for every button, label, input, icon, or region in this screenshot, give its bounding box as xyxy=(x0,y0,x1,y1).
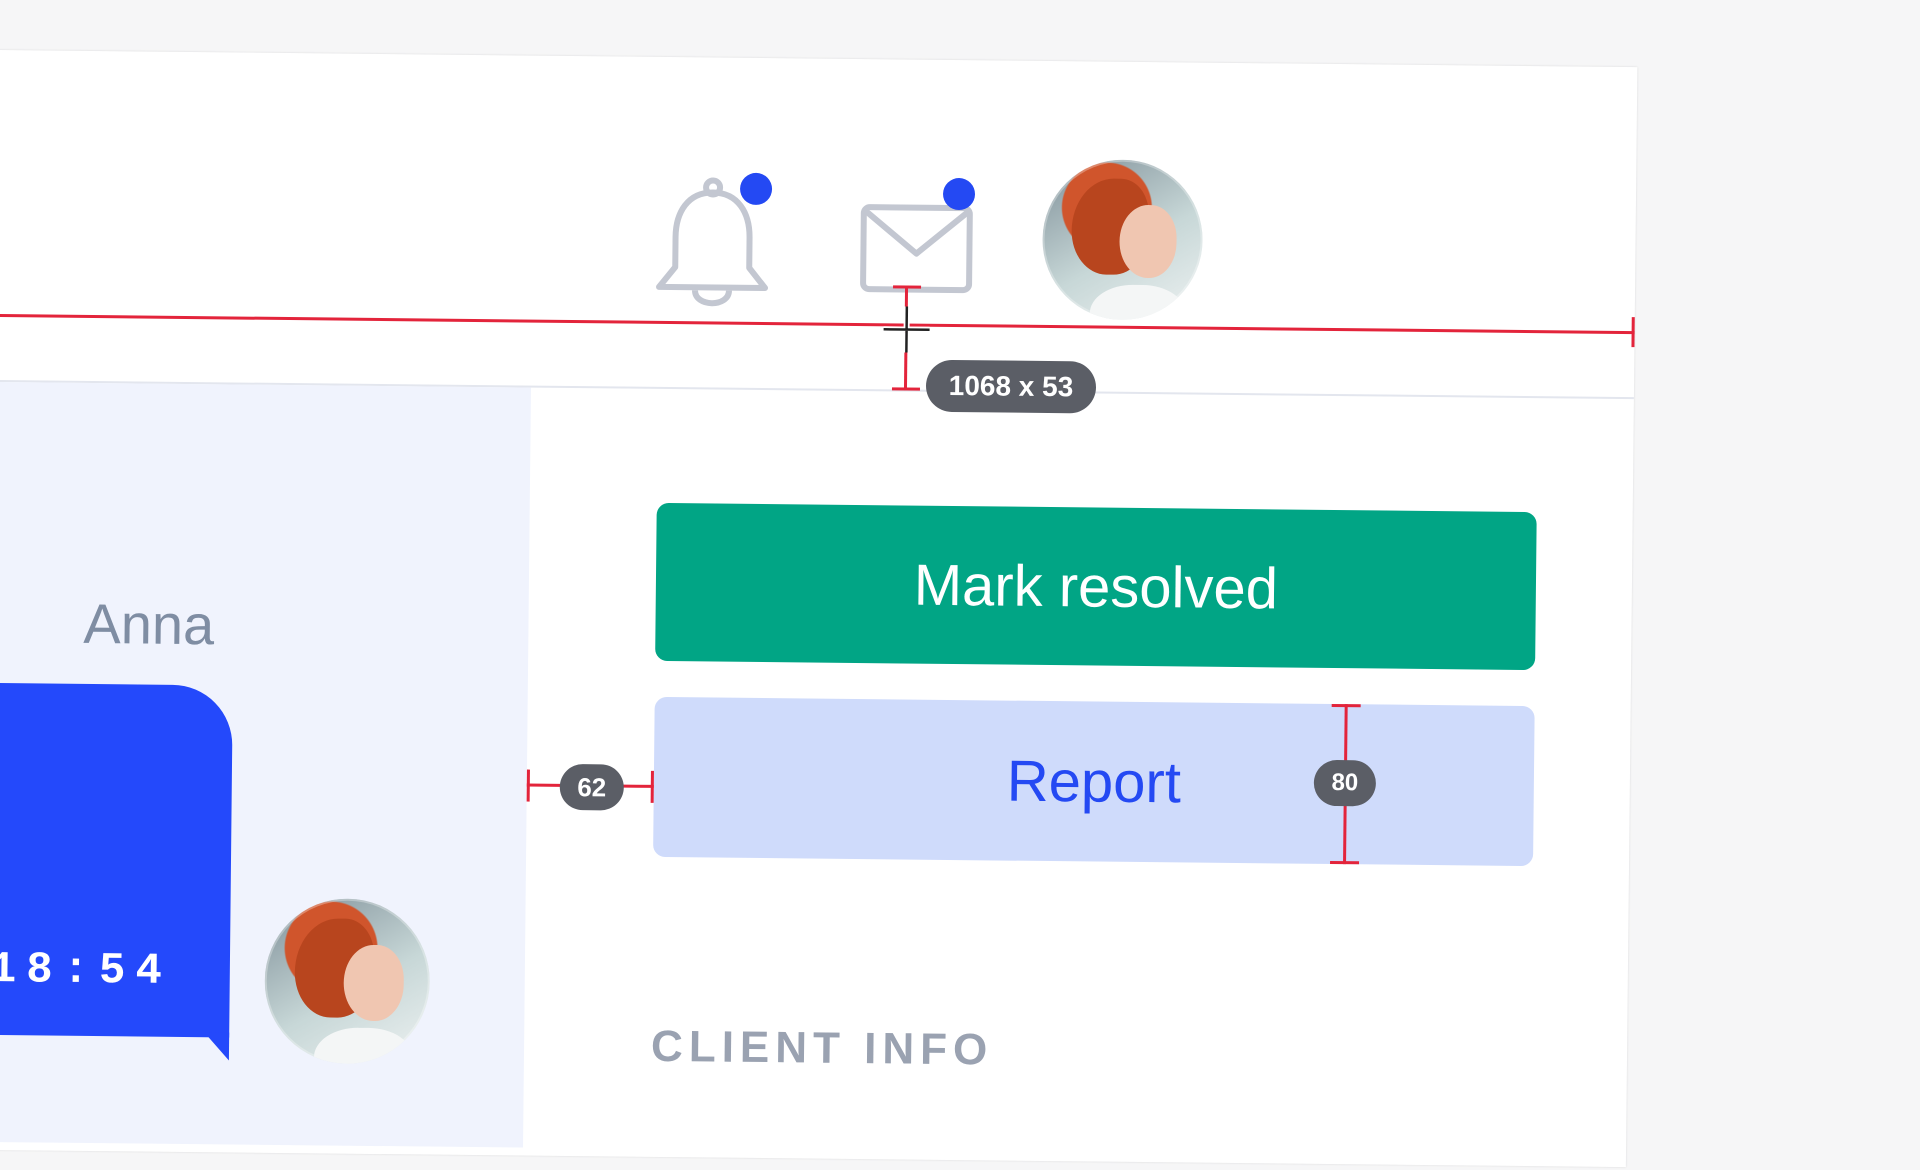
height-guide-bottom-tick xyxy=(891,387,920,391)
message-time: 18:54 xyxy=(0,944,173,997)
avatar-shirt xyxy=(313,1027,413,1065)
gap-measurement-label: 62 xyxy=(559,763,625,811)
message-bubble-tail xyxy=(203,1032,230,1061)
button-height-top-tick xyxy=(1331,703,1361,708)
mark-resolved-button[interactable]: Mark resolved xyxy=(655,502,1537,671)
avatar-face xyxy=(343,944,404,1022)
height-guide-top-tick xyxy=(893,285,922,289)
gap-guide-right-tick xyxy=(650,770,654,803)
size-measurement-label: 1068 x 53 xyxy=(925,359,1097,414)
report-button[interactable]: Report xyxy=(653,696,1535,867)
sender-name: Anna xyxy=(83,591,215,657)
messages-button[interactable] xyxy=(857,177,993,298)
height-measurement-label: 80 xyxy=(1313,759,1377,807)
notifications-button[interactable] xyxy=(647,172,778,313)
gap-guide-left-tick xyxy=(526,769,530,802)
design-canvas: Anna 18:54 Mark resolved Report CLIENT I… xyxy=(0,0,1920,1168)
button-height-bottom-tick xyxy=(1330,860,1360,865)
crosshair-cursor-icon xyxy=(883,306,930,353)
sender-avatar[interactable] xyxy=(263,897,431,1065)
width-guide-end-tick xyxy=(1631,317,1635,348)
notification-unread-dot xyxy=(739,172,773,206)
message-unread-dot xyxy=(942,177,976,211)
avatar-shirt xyxy=(1089,284,1187,321)
avatar-face xyxy=(1118,204,1178,279)
profile-avatar[interactable] xyxy=(1041,158,1204,321)
client-info-heading: CLIENT INFO xyxy=(650,1021,994,1075)
